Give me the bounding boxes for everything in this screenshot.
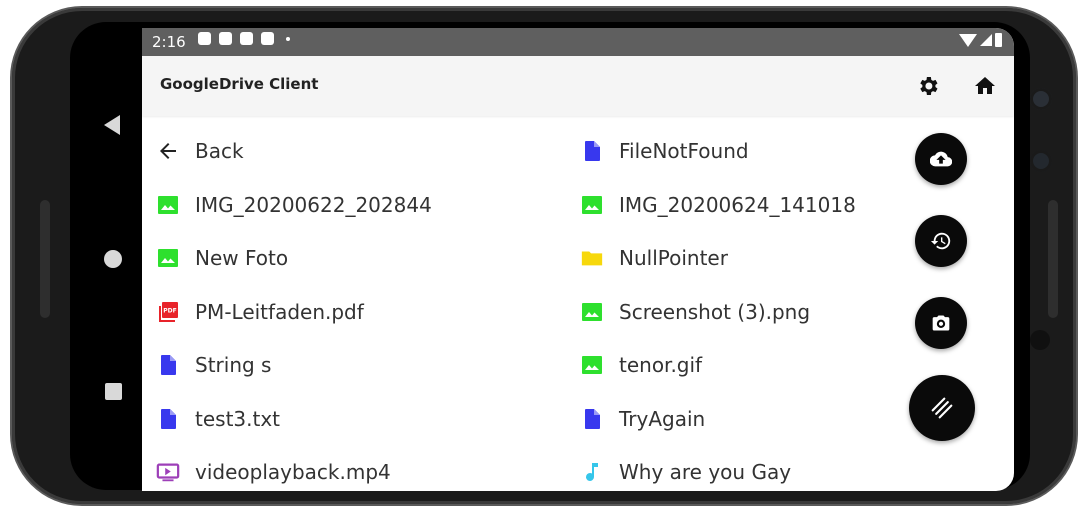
menu-fab[interactable] [909, 375, 975, 441]
list-item-label: String s [195, 353, 272, 377]
list-item[interactable]: New Foto [156, 238, 288, 278]
proximity-sensor [1030, 330, 1050, 350]
list-item-label: videoplayback.mp4 [195, 460, 391, 484]
home-icon [975, 77, 995, 94]
nav-home-button[interactable] [104, 250, 122, 268]
history-icon [930, 232, 951, 250]
image-icon [580, 300, 604, 324]
list-item[interactable]: test3.txt [156, 399, 280, 439]
camera-icon [932, 315, 950, 331]
list-item-label: Screenshot (3).png [619, 299, 811, 324]
list-item-label: IMG_20200622_202844 [195, 192, 432, 217]
list-item[interactable]: videoplayback.mp4 [156, 452, 391, 491]
gear-icon [920, 77, 938, 95]
nav-back-button[interactable] [104, 115, 120, 135]
status-time: 2:16 [152, 33, 186, 51]
list-item[interactable]: NullPointer [580, 238, 728, 278]
arrow-left-icon [156, 139, 180, 163]
file-icon [580, 139, 604, 163]
list-item-label: Why are you Gay [619, 460, 792, 484]
list-item[interactable]: FileNotFound [580, 131, 749, 171]
cloud-upload-icon [930, 151, 952, 167]
front-sensor [1030, 150, 1052, 172]
settings-status-icon [198, 32, 211, 45]
image-icon [580, 193, 604, 217]
nav-recents-button[interactable] [105, 383, 122, 400]
back-button[interactable]: Back [156, 131, 244, 171]
phone-side-button-right [1048, 200, 1058, 318]
file-icon [156, 353, 180, 377]
history-fab[interactable] [915, 215, 967, 267]
phone-side-button-left [40, 200, 50, 318]
list-item-label: NullPointer [619, 246, 728, 270]
home-button[interactable] [969, 70, 1001, 102]
music-note-icon [580, 460, 604, 484]
list-item-label: New Foto [195, 246, 289, 270]
file-icon [156, 407, 180, 431]
list-item[interactable]: IMG_20200624_141018 [580, 185, 856, 225]
list-item-label: TryAgain [619, 406, 706, 431]
pdf-icon: PDF [156, 300, 180, 324]
list-item-label: IMG_20200624_141018 [619, 192, 856, 217]
cloud-status-icon [261, 32, 274, 45]
status-bar: 2:16 [142, 28, 1014, 56]
list-item[interactable]: Screenshot (3).png [580, 292, 810, 332]
status-system-icons [959, 33, 1002, 47]
battery-icon [995, 33, 1002, 47]
stripes-menu-icon [931, 397, 953, 419]
status-notification-icons [198, 32, 290, 45]
list-item-label: test3.txt [195, 406, 281, 431]
wifi-icon [959, 33, 977, 47]
folder-icon [580, 246, 604, 270]
shield-status-icon [219, 32, 232, 45]
app-screen: 2:16 GoogleDrive Client Back IMG_20200622… [142, 28, 1014, 491]
image-icon [580, 353, 604, 377]
front-camera [1030, 88, 1052, 110]
list-item-label: Back [195, 139, 244, 163]
square-status-icon [240, 32, 253, 45]
settings-button[interactable] [912, 70, 944, 102]
list-item[interactable]: tenor.gif [580, 345, 702, 385]
app-bar: GoogleDrive Client [142, 56, 1014, 116]
list-item[interactable]: PDF PM-Leitfaden.pdf [156, 292, 364, 332]
camera-fab[interactable] [915, 297, 967, 349]
list-item[interactable]: IMG_20200622_202844 [156, 185, 432, 225]
list-item-label: PM-Leitfaden.pdf [195, 299, 364, 324]
list-item[interactable]: TryAgain [580, 399, 705, 439]
file-icon [580, 407, 604, 431]
svg-text:PDF: PDF [163, 307, 176, 314]
signal-icon [980, 34, 992, 46]
list-item-label: tenor.gif [619, 353, 703, 377]
app-title: GoogleDrive Client [160, 75, 319, 93]
file-list: Back IMG_20200622_202844 New Foto PDF PM-Lei… [142, 116, 1014, 491]
video-icon [156, 460, 180, 484]
more-status-dot-icon [286, 36, 290, 41]
image-icon [156, 193, 180, 217]
list-item[interactable]: String s [156, 345, 271, 385]
list-item[interactable]: Why are you Gay [580, 452, 791, 491]
list-item-label: FileNotFound [619, 139, 749, 163]
image-icon [156, 246, 180, 270]
upload-fab[interactable] [915, 133, 967, 185]
